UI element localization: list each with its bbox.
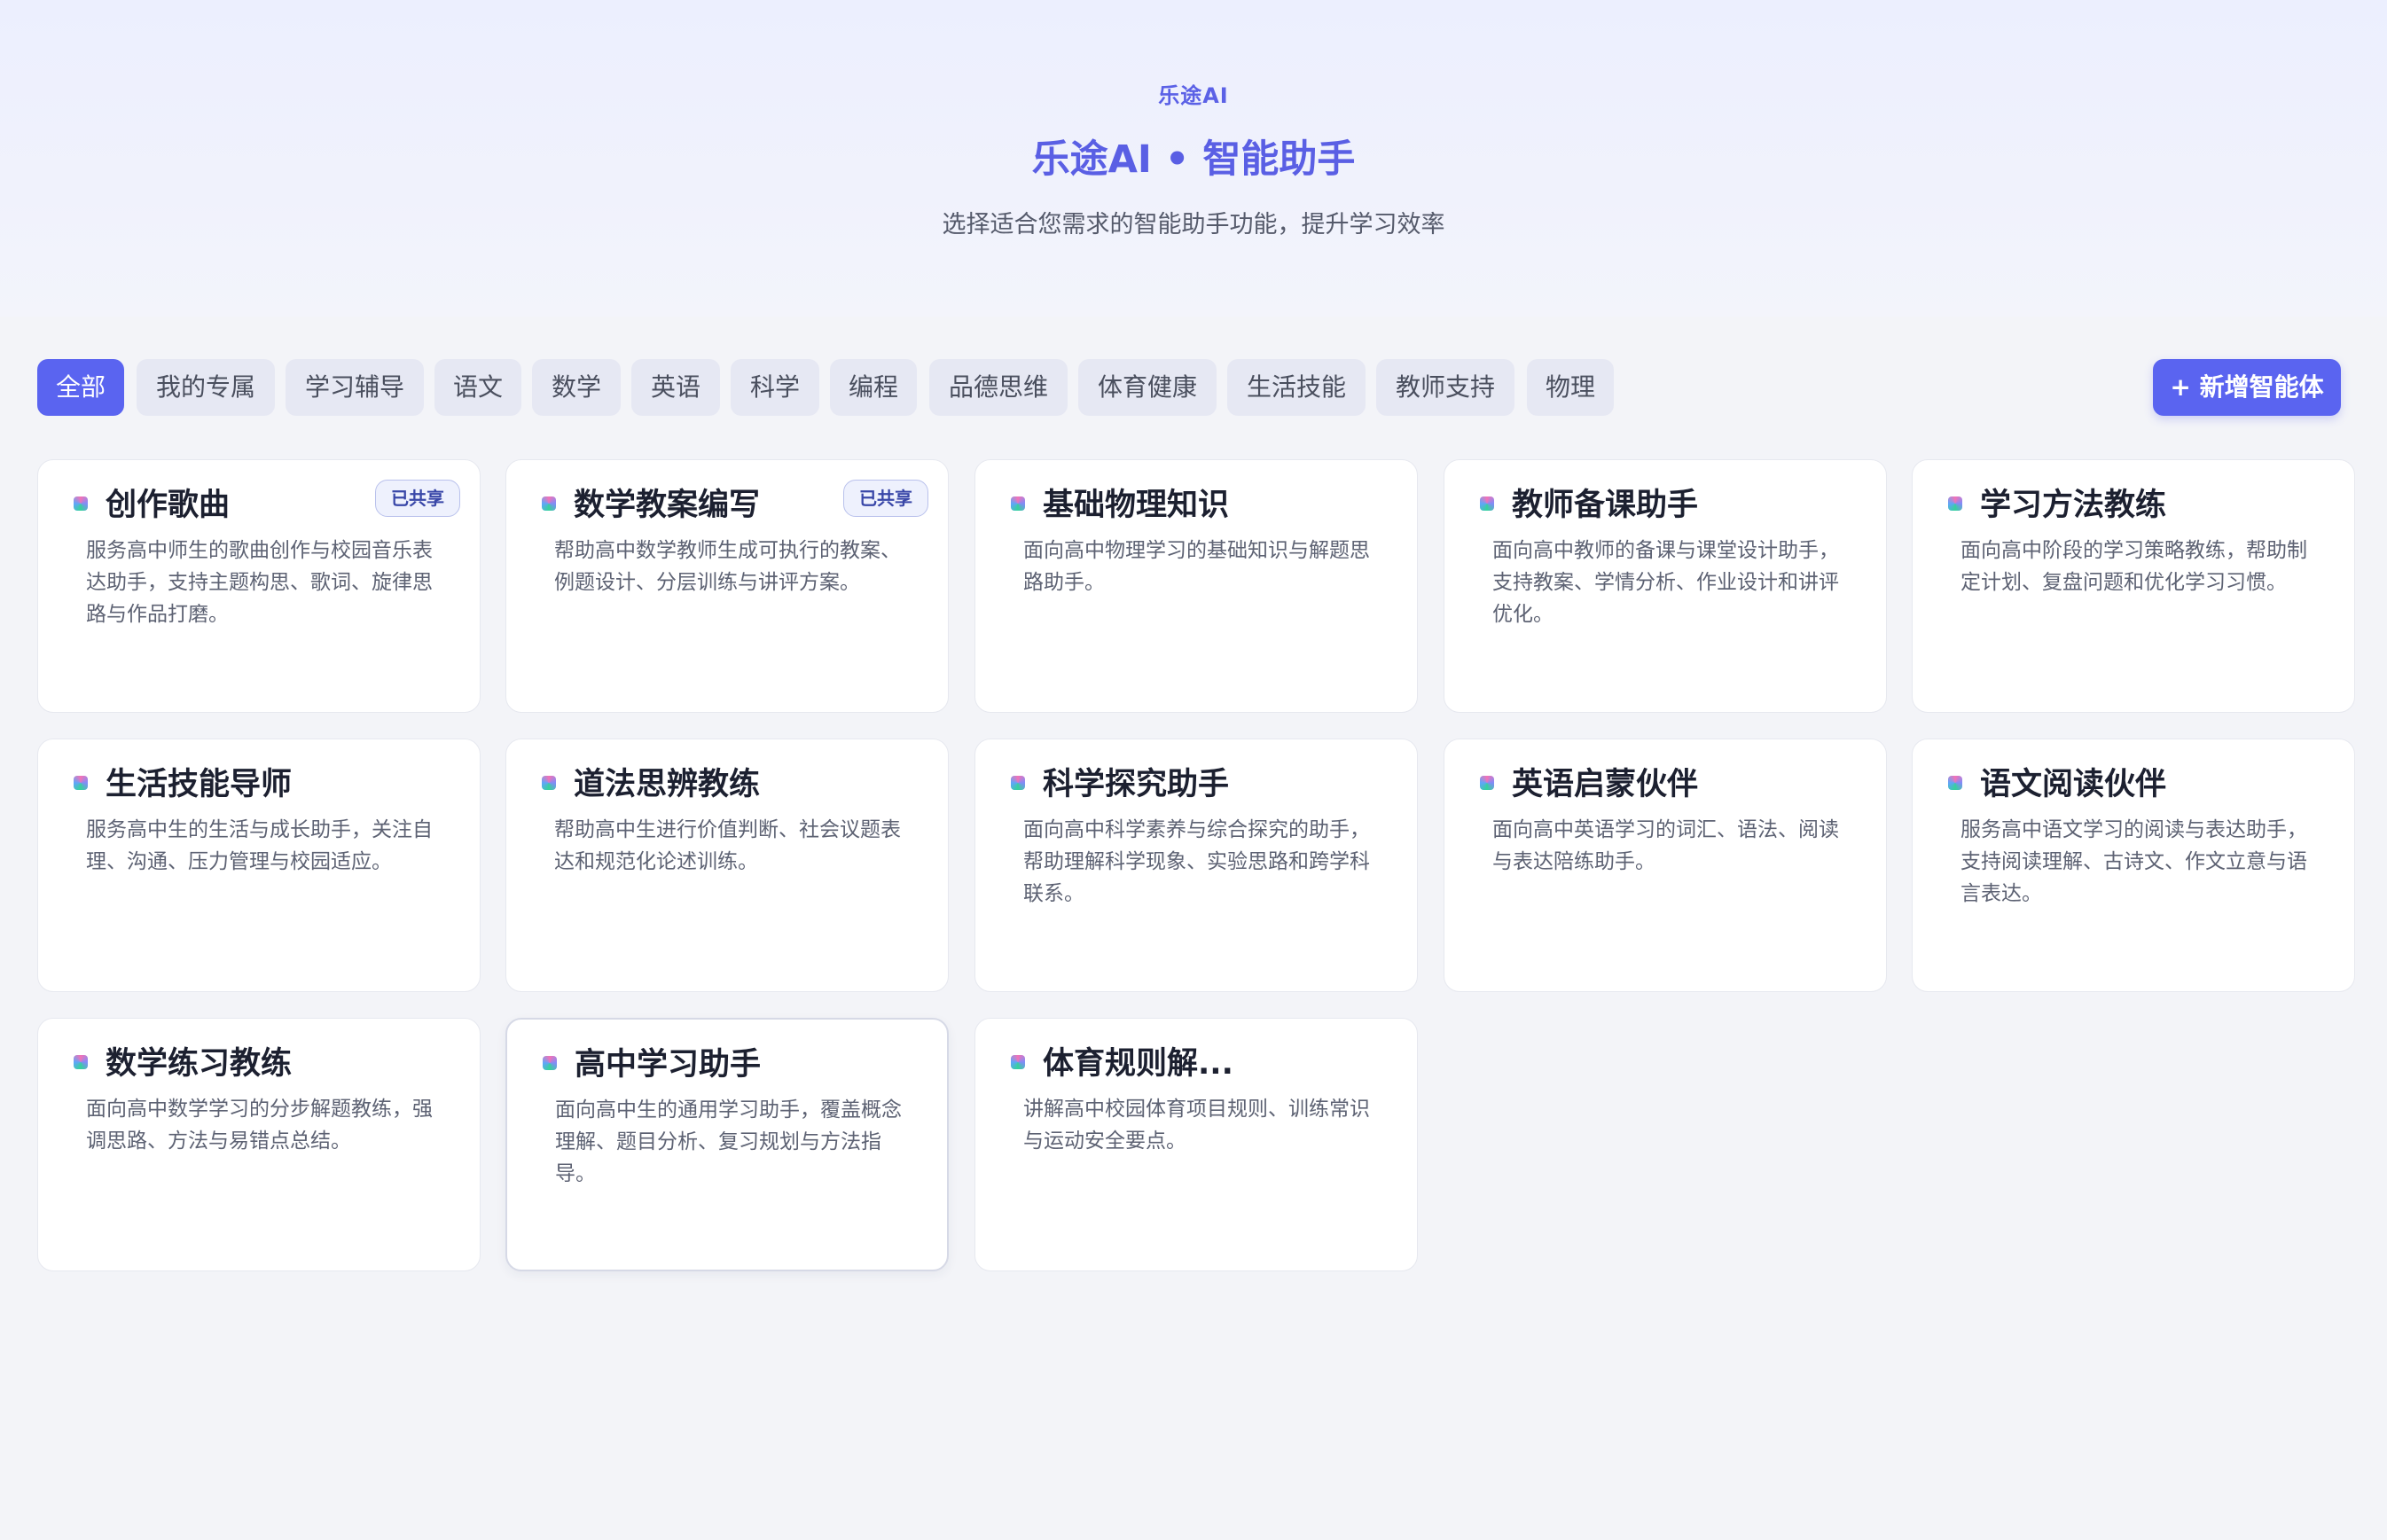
agent-card-title: 生活技能导师 xyxy=(106,767,293,802)
agent-card-description: 面向高中科学素养与综合探究的助手，帮助理解科学现象、实验思路和跨学科联系。 xyxy=(1023,818,1370,905)
agent-card-description: 帮助高中生进行价值判断、社会议题表达和规范化论述训练。 xyxy=(554,818,901,873)
shared-badge: 已共享 xyxy=(843,480,928,517)
filter-tab-english[interactable]: 英语 xyxy=(631,359,720,416)
agent-card[interactable]: 数学教案编写 帮助高中数学教师生成可执行的教案、例题设计、分层训练与讲评方案。 … xyxy=(505,459,949,713)
agent-card-description: 帮助高中数学教师生成可执行的教案、例题设计、分层训练与讲评方案。 xyxy=(554,539,901,594)
agent-icon xyxy=(1948,776,1962,790)
agent-card[interactable]: 教师备课助手 面向高中教师的备课与课堂设计助手，支持教案、学情分析、作业设计和讲… xyxy=(1444,459,1887,713)
agent-icon xyxy=(74,496,88,511)
filter-tab-life-skills[interactable]: 生活技能 xyxy=(1227,359,1366,416)
agent-card-description: 面向高中数学学习的分步解题教练，强调思路、方法与易错点总结。 xyxy=(86,1098,433,1153)
agent-card-title: 英语启蒙伙伴 xyxy=(1512,767,1699,802)
page-subtitle: 选择适合您需求的智能助手功能，提升学习效率 xyxy=(942,211,1445,238)
agent-card-title: 数学练习教练 xyxy=(106,1046,293,1082)
agent-card[interactable]: 基础物理知识 面向高中物理学习的基础知识与解题思路助手。 xyxy=(974,459,1418,713)
agent-card-description: 面向高中英语学习的词汇、语法、阅读与表达陪练助手。 xyxy=(1492,818,1839,873)
filter-tab-science[interactable]: 科学 xyxy=(731,359,819,416)
agent-card[interactable]: 高中学习助手 面向高中生的通用学习助手，覆盖概念理解、题目分析、复习规划与方法指… xyxy=(505,1018,949,1271)
agent-icon xyxy=(543,1056,557,1070)
agent-card[interactable]: 创作歌曲 服务高中师生的歌曲创作与校园音乐表达助手，支持主题构思、歌词、旋律思路… xyxy=(37,459,481,713)
agent-card[interactable]: 体育规则解... 讲解高中校园体育项目规则、训练常识与运动安全要点。 xyxy=(974,1018,1418,1271)
filter-tab-my-exclusive[interactable]: 我的专属 xyxy=(137,359,275,416)
agent-card[interactable]: 学习方法教练 面向高中阶段的学习策略教练，帮助制定计划、复盘问题和优化学习习惯。 xyxy=(1912,459,2355,713)
filter-tab-study-tutoring[interactable]: 学习辅导 xyxy=(286,359,424,416)
filter-tab-teacher-support[interactable]: 教师支持 xyxy=(1376,359,1514,416)
agent-card-title: 基础物理知识 xyxy=(1043,488,1230,523)
page-header: 乐途AI 乐途AI • 智能助手 选择适合您需求的智能助手功能，提升学习效率 xyxy=(0,0,2387,317)
agent-card-title: 高中学习助手 xyxy=(575,1047,762,1083)
filter-tab-sports-health[interactable]: 体育健康 xyxy=(1078,359,1217,416)
agent-card-title: 学习方法教练 xyxy=(1980,488,2167,523)
filter-tab-physics[interactable]: 物理 xyxy=(1527,359,1614,416)
category-filter-bar: 全部 我的专属 学习辅导 语文 数学 英语 科学 编程 品德思维 体育健康 生活… xyxy=(37,359,2341,416)
agent-card-title: 道法思辨教练 xyxy=(574,767,761,802)
agent-icon xyxy=(542,776,556,790)
filter-tab-chinese[interactable]: 语文 xyxy=(434,359,521,416)
agent-card-description: 服务高中生的生活与成长助手，关注自理、沟通、压力管理与校园适应。 xyxy=(86,818,433,873)
agent-card-title: 科学探究助手 xyxy=(1043,767,1230,802)
page-title: 乐途AI • 智能助手 xyxy=(1031,137,1356,182)
shared-badge: 已共享 xyxy=(375,480,460,517)
agent-card-title: 体育规则解... xyxy=(1043,1046,1233,1082)
agent-card-description: 服务高中师生的歌曲创作与校园音乐表达助手，支持主题构思、歌词、旋律思路与作品打磨… xyxy=(86,539,433,626)
agent-icon xyxy=(1480,776,1494,790)
agent-card[interactable]: 生活技能导师 服务高中生的生活与成长助手，关注自理、沟通、压力管理与校园适应。 xyxy=(37,739,481,992)
agent-card-description: 面向高中教师的备课与课堂设计助手，支持教案、学情分析、作业设计和讲评优化。 xyxy=(1492,539,1839,626)
agent-card[interactable]: 语文阅读伙伴 服务高中语文学习的阅读与表达助手，支持阅读理解、古诗文、作文立意与… xyxy=(1912,739,2355,992)
brand-label: 乐途AI xyxy=(1158,83,1229,108)
agent-icon xyxy=(1011,496,1025,511)
agent-icon xyxy=(542,496,556,511)
agent-icon xyxy=(1011,1055,1025,1069)
filter-tab-programming[interactable]: 编程 xyxy=(830,359,917,416)
agent-icon xyxy=(1011,776,1025,790)
agent-card-description: 面向高中生的通用学习助手，覆盖概念理解、题目分析、复习规划与方法指导。 xyxy=(555,1098,902,1185)
agent-card-description: 面向高中阶段的学习策略教练，帮助制定计划、复盘问题和优化学习习惯。 xyxy=(1960,539,2307,594)
agent-card[interactable]: 道法思辨教练 帮助高中生进行价值判断、社会议题表达和规范化论述训练。 xyxy=(505,739,949,992)
agent-card-title: 教师备课助手 xyxy=(1512,488,1699,523)
agent-icon xyxy=(1948,496,1962,511)
add-agent-button[interactable]: + 新增智能体 xyxy=(2153,359,2341,416)
agent-icon xyxy=(74,1055,88,1069)
filter-tab-all[interactable]: 全部 xyxy=(37,359,124,416)
agent-card-description: 面向高中物理学习的基础知识与解题思路助手。 xyxy=(1023,539,1370,594)
filter-tab-math[interactable]: 数学 xyxy=(532,359,621,416)
agent-card-description: 讲解高中校园体育项目规则、训练常识与运动安全要点。 xyxy=(1023,1098,1370,1153)
agent-icon xyxy=(1480,496,1494,511)
agent-card[interactable]: 英语启蒙伙伴 面向高中英语学习的词汇、语法、阅读与表达陪练助手。 xyxy=(1444,739,1887,992)
agent-card-title: 语文阅读伙伴 xyxy=(1980,767,2167,802)
agent-card[interactable]: 科学探究助手 面向高中科学素养与综合探究的助手，帮助理解科学现象、实验思路和跨学… xyxy=(974,739,1418,992)
filter-tab-moral-thinking[interactable]: 品德思维 xyxy=(929,359,1068,416)
agent-card-description: 服务高中语文学习的阅读与表达助手，支持阅读理解、古诗文、作文立意与语言表达。 xyxy=(1960,818,2307,905)
agent-card[interactable]: 数学练习教练 面向高中数学学习的分步解题教练，强调思路、方法与易错点总结。 xyxy=(37,1018,481,1271)
agent-icon xyxy=(74,776,88,790)
